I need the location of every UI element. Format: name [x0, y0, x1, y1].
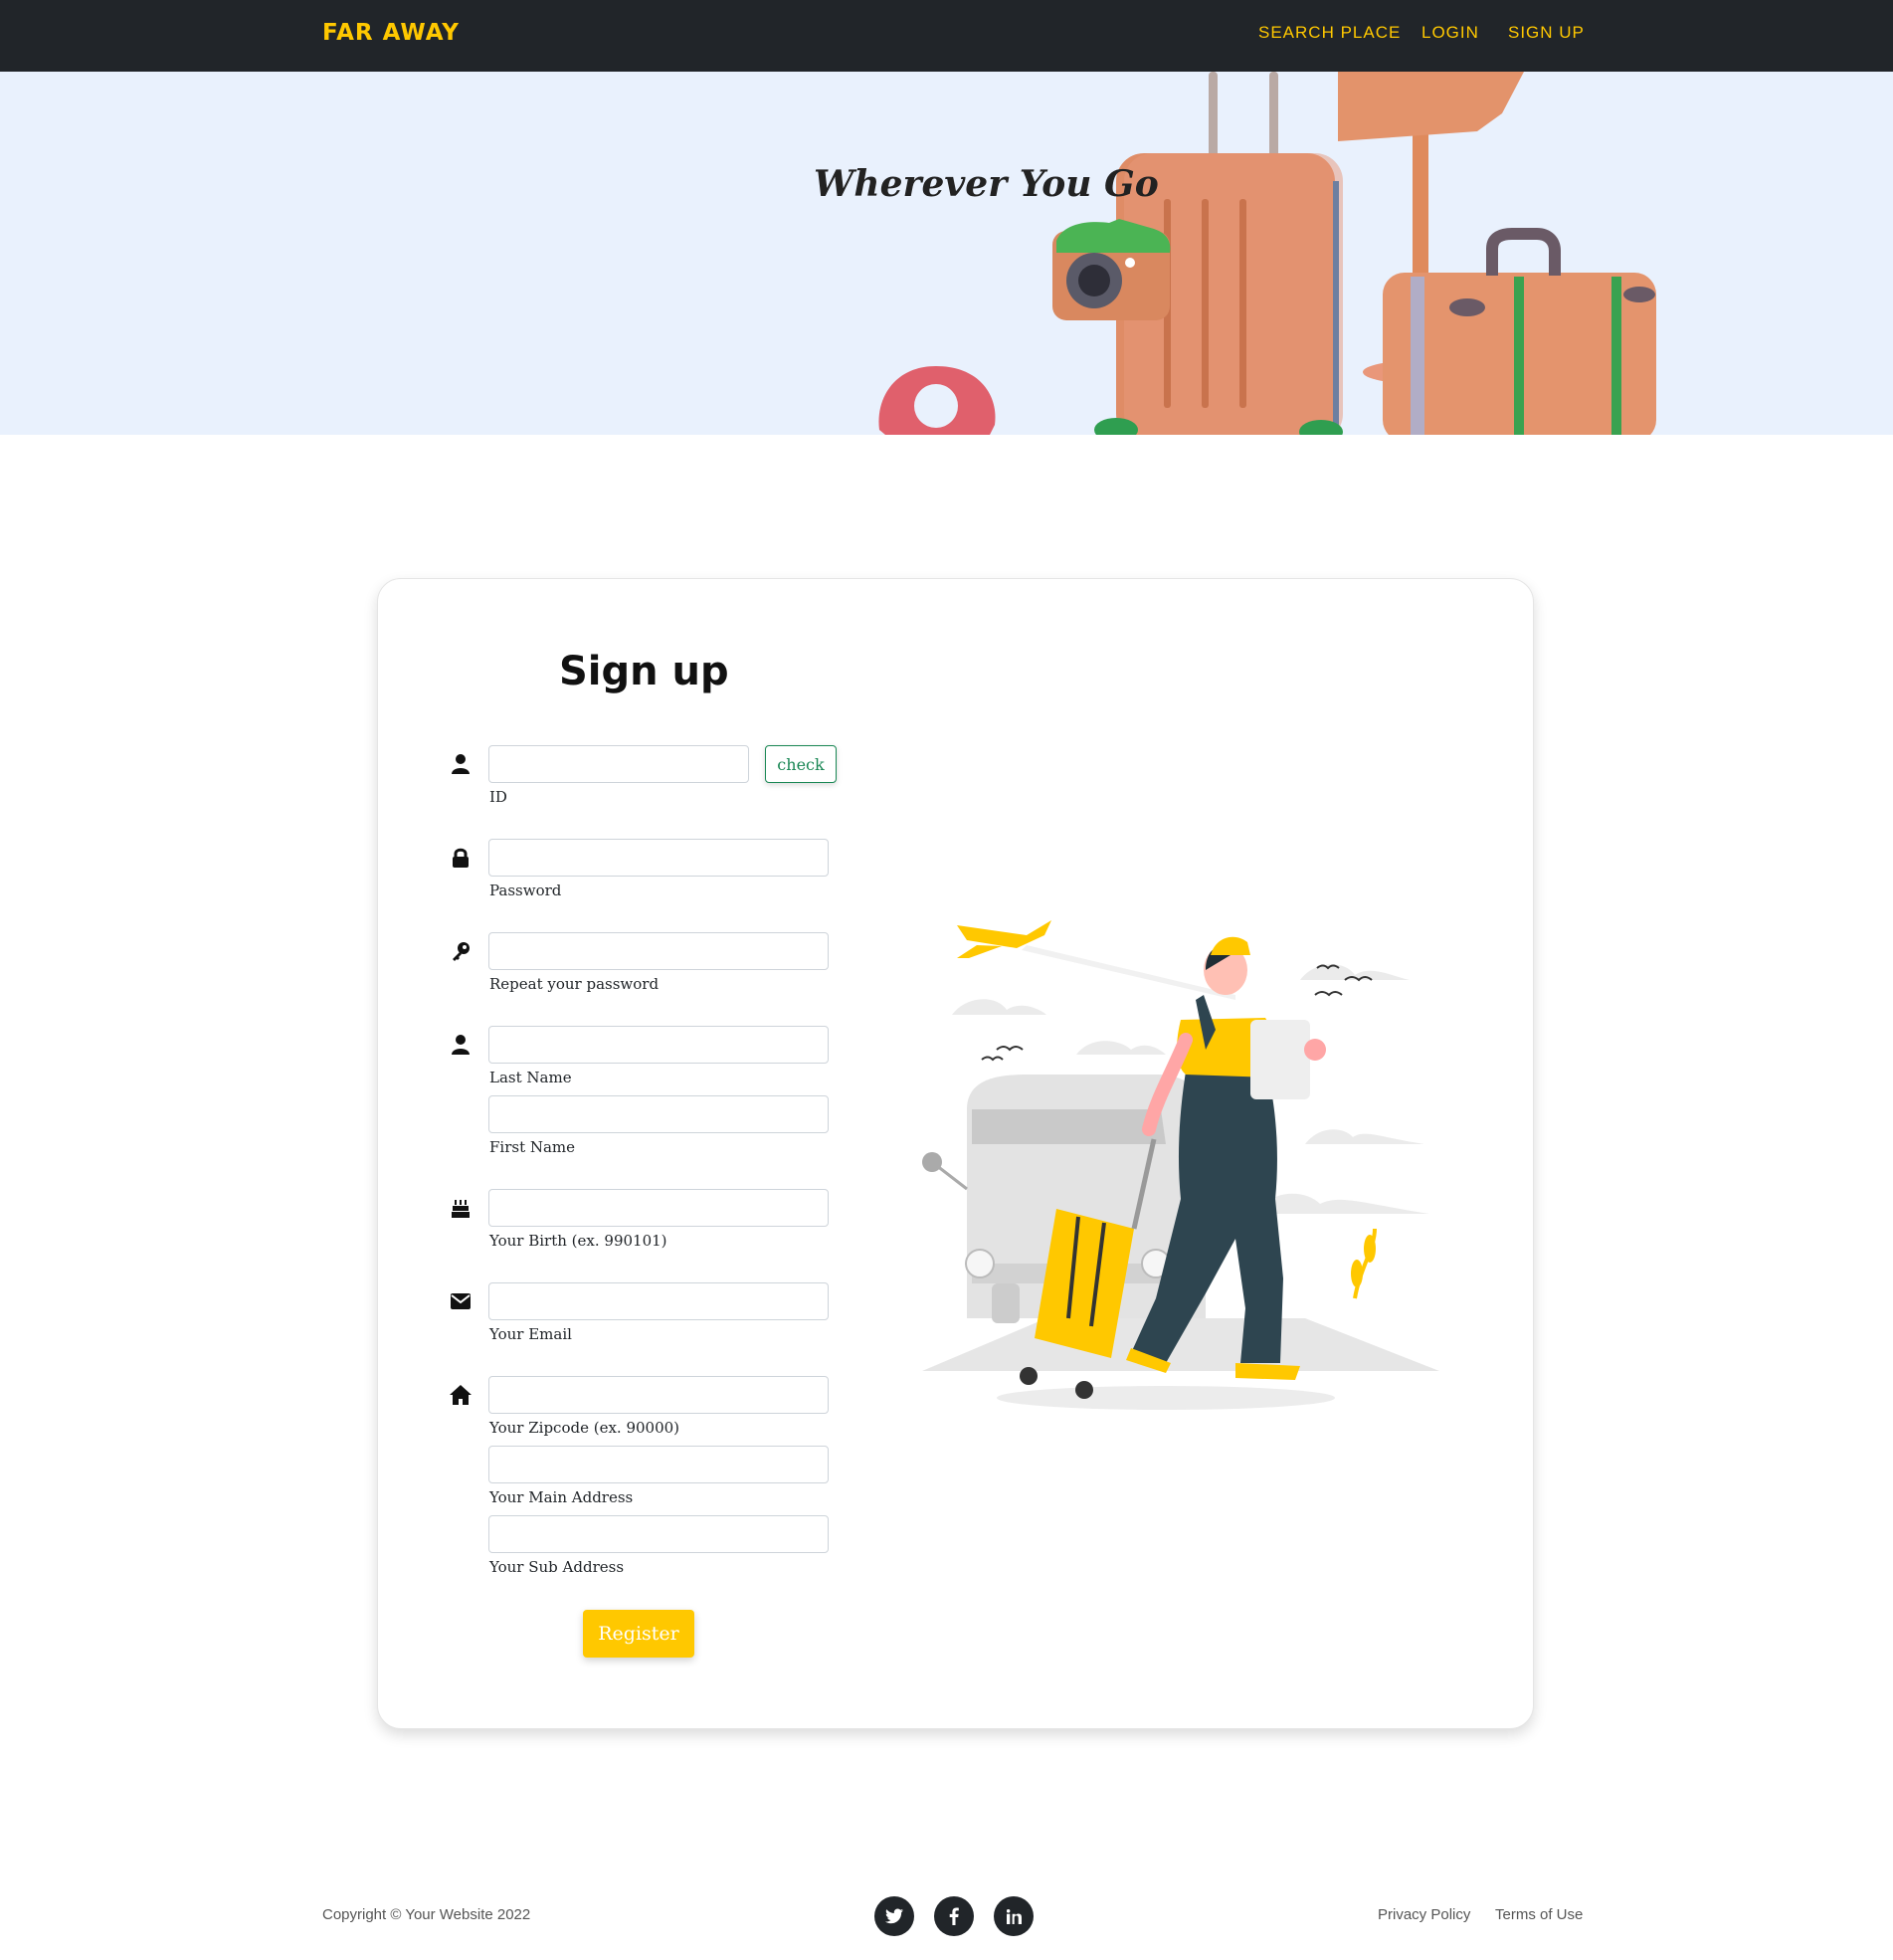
- user-icon: [448, 1032, 473, 1058]
- zipcode-input[interactable]: [488, 1376, 829, 1414]
- check-id-button[interactable]: check: [765, 745, 837, 783]
- envelope-icon: [448, 1288, 473, 1314]
- brand-logo[interactable]: FAR AWAY: [322, 20, 460, 46]
- linkedin-icon[interactable]: [994, 1896, 1034, 1936]
- repeat-password-input[interactable]: [488, 932, 829, 970]
- password-input[interactable]: [488, 839, 829, 877]
- sub-address-input[interactable]: [488, 1515, 829, 1553]
- birthday-cake-icon: [448, 1195, 473, 1221]
- birth-input[interactable]: [488, 1189, 829, 1227]
- last-name-label: Last Name: [489, 1069, 572, 1086]
- key-icon: [448, 938, 473, 964]
- birth-label: Your Birth (ex. 990101): [489, 1232, 667, 1250]
- home-icon: [448, 1382, 473, 1408]
- sub-address-label: Your Sub Address: [489, 1558, 625, 1576]
- zipcode-label: Your Zipcode (ex. 90000): [489, 1419, 680, 1437]
- password-label: Password: [489, 882, 562, 899]
- travel-luggage-illustration: [878, 72, 1656, 435]
- hero-title: Wherever You Go: [814, 163, 1159, 205]
- hero-banner: Wherever You Go: [0, 72, 1893, 435]
- navbar: FAR AWAY SEARCH PLACE LOGIN SIGN UP: [0, 0, 1893, 72]
- nav-link-login[interactable]: LOGIN: [1421, 23, 1479, 43]
- main-address-label: Your Main Address: [489, 1488, 634, 1506]
- privacy-policy-link[interactable]: Privacy Policy: [1378, 1906, 1470, 1923]
- terms-of-use-link[interactable]: Terms of Use: [1495, 1906, 1583, 1923]
- last-name-input[interactable]: [488, 1026, 829, 1064]
- facebook-icon[interactable]: [934, 1896, 974, 1936]
- id-input[interactable]: [488, 745, 749, 783]
- copyright-text: Copyright © Your Website 2022: [322, 1906, 531, 1923]
- traveler-illustration: [922, 920, 1439, 1410]
- twitter-icon[interactable]: [874, 1896, 914, 1936]
- nav-link-sign-up[interactable]: SIGN UP: [1508, 23, 1585, 43]
- signup-title: Sign up: [559, 649, 729, 694]
- first-name-input[interactable]: [488, 1095, 829, 1133]
- repeat-password-label: Repeat your password: [489, 975, 660, 993]
- lock-icon: [448, 845, 473, 871]
- user-icon: [448, 751, 473, 777]
- main-address-input[interactable]: [488, 1446, 829, 1483]
- email-label: Your Email: [489, 1325, 572, 1343]
- email-input[interactable]: [488, 1282, 829, 1320]
- nav-link-search-place[interactable]: SEARCH PLACE: [1258, 23, 1401, 43]
- register-button[interactable]: Register: [583, 1610, 694, 1658]
- first-name-label: First Name: [489, 1138, 576, 1156]
- id-label: ID: [489, 788, 507, 806]
